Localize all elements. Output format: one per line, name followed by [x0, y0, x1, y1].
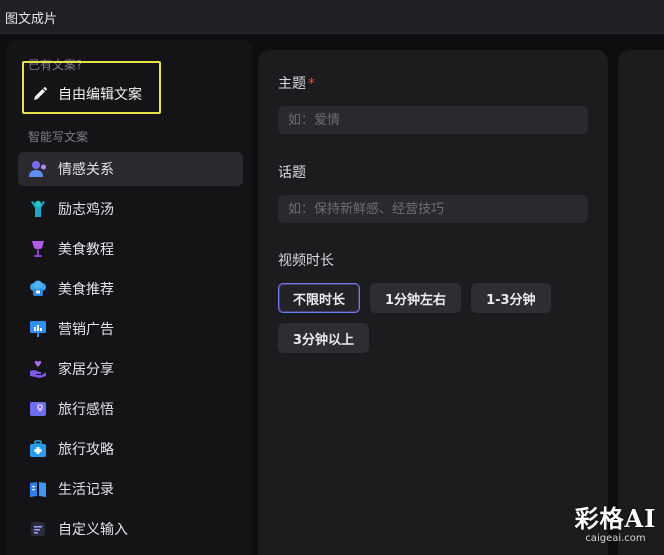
- sidebar-item-marketing[interactable]: 营销广告: [18, 312, 243, 346]
- suitcase-icon: [28, 439, 48, 459]
- sidebar-item-label: 情感关系: [58, 162, 114, 178]
- title-bar: 图文成片: [0, 0, 664, 34]
- watermark: 彩格AI caigeai.com: [567, 505, 664, 545]
- subject-label: 话题: [278, 165, 306, 181]
- free-edit-copy-button[interactable]: 自由编辑文案: [24, 80, 158, 108]
- people-icon: [28, 159, 48, 179]
- map-pin-icon: [28, 399, 48, 419]
- sidebar-item-label: 生活记录: [58, 482, 114, 498]
- wine-glass-icon: [28, 239, 48, 259]
- topic-input[interactable]: [278, 106, 588, 134]
- sidebar-item-label: 美食推荐: [58, 282, 114, 298]
- sidebar-item-label: 旅行攻略: [58, 442, 114, 458]
- sidebar-item-food-recommend[interactable]: 美食推荐: [18, 272, 243, 306]
- book-icon: [28, 479, 48, 499]
- text-lines-icon: [28, 519, 48, 539]
- hand-heart-icon: [28, 359, 48, 379]
- duration-option-unlimited[interactable]: 不限时长: [278, 283, 361, 313]
- watermark-main: 彩格AI: [574, 504, 657, 533]
- sidebar-item-label: 励志鸡汤: [58, 202, 114, 218]
- sidebar-item-label: 旅行感悟: [58, 402, 114, 418]
- topic-label: 主题 *: [278, 73, 315, 93]
- duration-option-1min[interactable]: 1分钟左右: [370, 283, 462, 313]
- sidebar-item-life-record[interactable]: 生活记录: [18, 472, 243, 506]
- category-list: 情感关系 励志鸡汤 美食教程 美食推荐 营销广告 家居分享 旅行感悟 旅行攻略 …: [18, 152, 243, 552]
- pencil-icon: [34, 87, 47, 100]
- sidebar-item-label: 自定义输入: [58, 522, 128, 538]
- sidebar: 已有文案? 自由编辑文案 智能写文案 情感关系 励志鸡汤 美食教程 美食推荐 营…: [6, 40, 252, 555]
- sidebar-item-home-share[interactable]: 家居分享: [18, 352, 243, 386]
- chef-hat-icon: [28, 279, 48, 299]
- has-copy-label: 已有文案?: [28, 58, 83, 72]
- smart-copy-label: 智能写文案: [28, 130, 89, 144]
- sidebar-item-label: 美食教程: [58, 242, 114, 258]
- presentation-icon: [28, 319, 48, 339]
- sidebar-item-custom-input[interactable]: 自定义输入: [18, 512, 243, 546]
- topic-label-text: 主题: [278, 76, 306, 92]
- sidebar-item-label: 营销广告: [58, 322, 114, 338]
- sidebar-item-label: 家居分享: [58, 362, 114, 378]
- free-edit-label: 自由编辑文案: [58, 87, 142, 103]
- sidebar-item-travel-thoughts[interactable]: 旅行感悟: [18, 392, 243, 426]
- sidebar-item-travel-guide[interactable]: 旅行攻略: [18, 432, 243, 466]
- sidebar-item-motivation[interactable]: 励志鸡汤: [18, 192, 243, 226]
- sidebar-item-food-tutorial[interactable]: 美食教程: [18, 232, 243, 266]
- required-mark: *: [308, 76, 315, 92]
- sidebar-item-emotion[interactable]: 情感关系: [18, 152, 243, 186]
- duration-label: 视频时长: [278, 253, 334, 269]
- duration-option-3min-plus[interactable]: 3分钟以上: [278, 323, 370, 353]
- duration-options: 不限时长 1分钟左右 1-3分钟 3分钟以上: [278, 283, 598, 363]
- form-panel: 主题* 话题 视频时长 不限时长 1分钟左右 1-3分钟 3分钟以上: [258, 50, 608, 555]
- person-cheer-icon: [28, 199, 48, 219]
- preview-panel: [618, 50, 664, 555]
- subject-input[interactable]: [278, 195, 588, 223]
- watermark-sub: caigeai.com: [585, 533, 646, 544]
- duration-option-1-3min[interactable]: 1-3分钟: [471, 283, 551, 313]
- window-title: 图文成片: [5, 12, 58, 27]
